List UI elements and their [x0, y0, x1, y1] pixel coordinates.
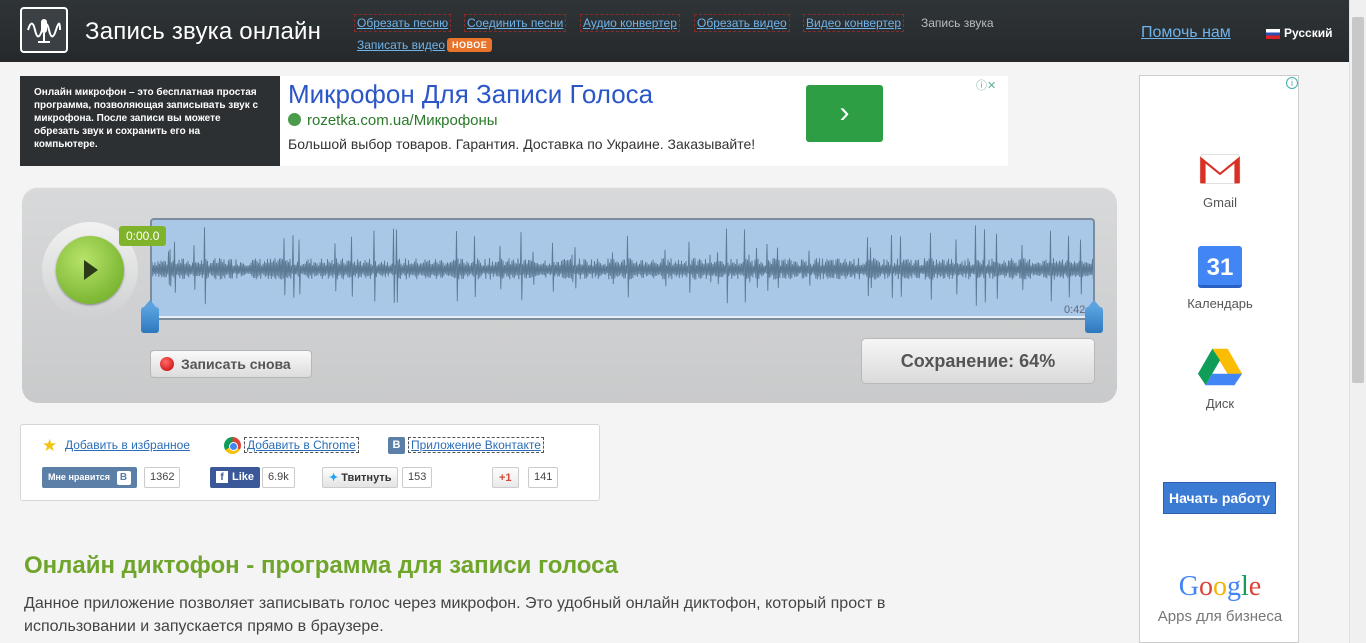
ad-info-icon[interactable]: i [1286, 77, 1298, 89]
nav-cut-song[interactable]: Обрезать песню [353, 14, 452, 32]
time-end-label: 0:42 [1064, 304, 1086, 316]
gmail-label: Gmail [1203, 195, 1237, 210]
record-again-button[interactable]: Записать снова [150, 350, 312, 378]
intro-text: Онлайн микрофон – это бесплатная простая… [20, 76, 280, 166]
intro-paragraph: Данное приложение позволяет записывать г… [24, 595, 886, 635]
page-heading: Онлайн диктофон - программа для записи г… [24, 552, 619, 579]
nav-cut-video[interactable]: Обрезать видео [694, 14, 790, 32]
tweet-button[interactable]: ✦ Твитнуть [322, 467, 399, 488]
calendar-item[interactable]: 31 Календарь [1140, 246, 1300, 311]
nav-record-video[interactable]: Записать видео [355, 37, 447, 53]
vk-like-count: 1362 [144, 467, 181, 488]
start-work-button[interactable]: Начать работу [1163, 482, 1276, 514]
star-icon: ★ [42, 436, 58, 455]
add-to-chrome-link[interactable]: Добавить в Chrome [244, 437, 359, 453]
vk-like-label: Мне нравится [48, 472, 110, 482]
apps-for-business-label: Apps для бизнеса [1157, 608, 1283, 625]
nav-sound-record-current: Запись звука [921, 16, 994, 30]
language-selector[interactable]: Русский [1266, 26, 1333, 40]
twitter-bird-icon: ✦ [329, 472, 339, 484]
google-plus-button[interactable]: +1 [492, 467, 519, 488]
ad-banner[interactable]: Микрофон Для Записи Голоса rozetka.com.u… [280, 76, 1008, 166]
ad-description: Большой выбор товаров. Гарантия. Доставк… [288, 136, 756, 152]
site-title: Запись звука онлайн [85, 18, 322, 45]
waveform-graphic [152, 225, 1093, 318]
gmail-item[interactable]: Gmail [1140, 151, 1300, 210]
drive-label: Диск [1205, 396, 1235, 411]
google-logo: Google [1178, 571, 1262, 602]
vk-logo-icon: В [116, 471, 131, 485]
tweet-count: 153 [402, 467, 433, 488]
vk-like-button[interactable]: Мне нравится В [42, 467, 137, 488]
site-header: Запись звука онлайн Обрезать песню Соеди… [0, 0, 1366, 62]
google-plus-count: 141 [528, 467, 559, 488]
russian-flag-icon [1266, 28, 1280, 39]
language-label: Русский [1284, 26, 1333, 40]
globe-icon [288, 113, 301, 126]
nav-audio-converter[interactable]: Аудио конвертер [580, 14, 680, 32]
help-us-link[interactable]: Помочь нам [1141, 24, 1231, 42]
tweet-label: Твитнуть [341, 472, 392, 484]
calendar-label: Календарь [1187, 296, 1253, 311]
save-progress-button[interactable]: Сохранение: 64% [861, 338, 1095, 384]
side-ad[interactable]: i Gmail 31 Календарь Диск Начать работу … [1139, 75, 1299, 643]
ad-title[interactable]: Микрофон Для Записи Голоса [288, 79, 653, 110]
waveform[interactable] [150, 218, 1095, 320]
ad-go-arrow-button[interactable]: › [806, 85, 883, 142]
ad-close-icon[interactable]: ⓘ✕ [976, 77, 996, 93]
calendar-icon: 31 [1198, 246, 1242, 288]
recorder-panel: 0:00.0 0:42 Записать снова Сохранение: 6… [22, 187, 1117, 403]
nav-video-converter[interactable]: Видео конвертер [802, 14, 905, 32]
vk-icon: В [388, 437, 405, 454]
microphone-wave-icon [27, 19, 61, 43]
trim-start-handle[interactable] [141, 300, 159, 333]
gmail-icon [1199, 154, 1241, 184]
waveform-path [152, 225, 1093, 306]
chrome-icon [224, 437, 241, 454]
scrollbar-thumb[interactable] [1352, 17, 1364, 383]
drive-item[interactable]: Диск [1140, 346, 1300, 411]
add-favorites-link[interactable]: Добавить в избранное [65, 438, 190, 452]
ad-url-text: rozetka.com.ua/Микрофоны [307, 112, 498, 129]
time-start-label: 0:00.0 [119, 226, 167, 246]
facebook-like-count: 6.9k [262, 467, 295, 488]
facebook-icon: f [216, 471, 228, 483]
record-again-label: Записать снова [181, 356, 291, 372]
play-button[interactable] [56, 236, 124, 304]
vk-app-link[interactable]: Приложение Вконтакте [408, 437, 544, 453]
site-logo[interactable] [20, 7, 68, 53]
facebook-like-button[interactable]: f Like [210, 467, 261, 488]
drive-icon [1197, 348, 1243, 386]
trim-end-handle[interactable] [1085, 300, 1103, 333]
nav-join-songs[interactable]: Соединить песни [463, 14, 567, 32]
share-panel: ★ Добавить в избранное Добавить в Chrome… [20, 424, 600, 501]
ad-url[interactable]: rozetka.com.ua/Микрофоны [288, 112, 498, 129]
new-badge: НОВОЕ [447, 38, 493, 52]
record-icon [160, 357, 174, 371]
fb-like-label: Like [232, 471, 255, 483]
page-scrollbar[interactable] [1349, 0, 1366, 643]
